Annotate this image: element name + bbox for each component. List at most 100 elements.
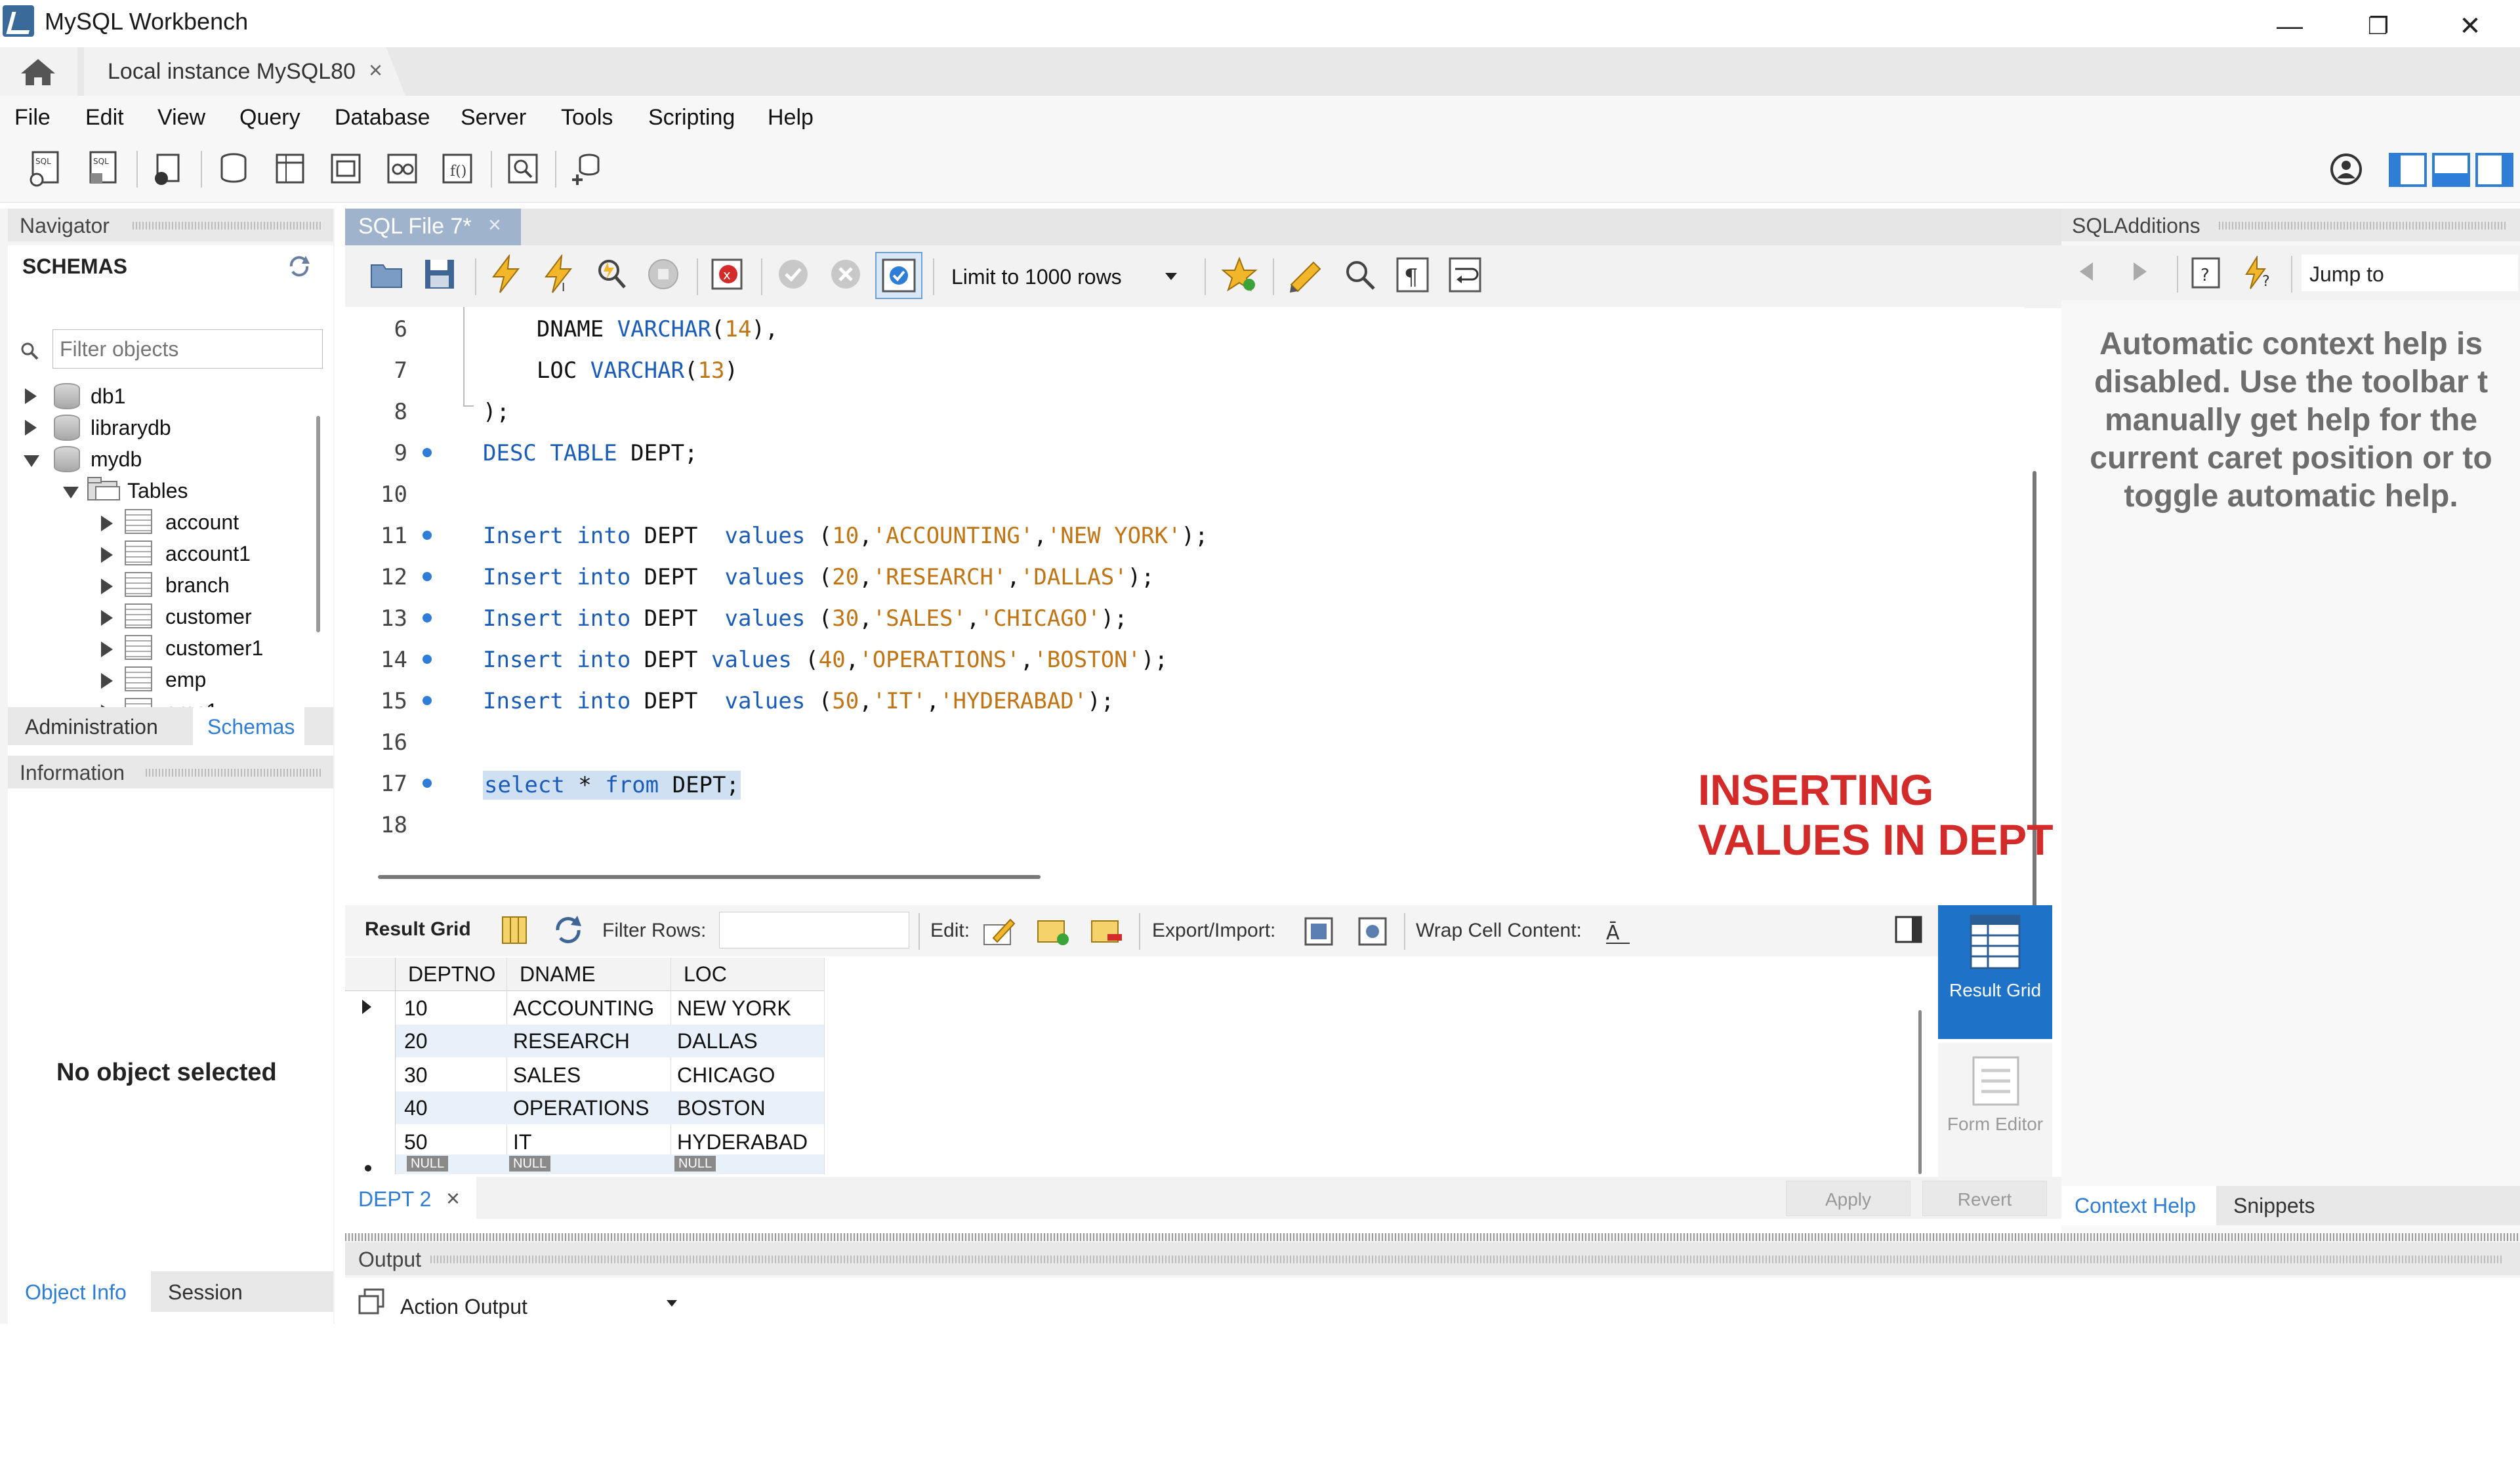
- revert-button[interactable]: Revert: [1922, 1181, 2047, 1216]
- toggle-error-stop-icon[interactable]: x: [709, 255, 747, 294]
- menu-file[interactable]: File: [14, 105, 51, 131]
- create-view-icon[interactable]: [327, 150, 365, 188]
- refresh-results-icon[interactable]: [551, 914, 585, 946]
- back-icon[interactable]: [2080, 262, 2093, 281]
- expand-db1-icon[interactable]: [25, 388, 37, 404]
- save-icon[interactable]: [421, 256, 458, 293]
- code-line[interactable]: 16: [345, 720, 1985, 762]
- schema-db1[interactable]: db1: [91, 384, 125, 409]
- tree-vertical-scrollbar[interactable]: [316, 416, 320, 632]
- add-snippet-icon[interactable]: [1220, 256, 1258, 294]
- collapse-tables-icon[interactable]: [63, 487, 79, 499]
- column-header-loc[interactable]: LOC: [684, 958, 727, 990]
- refresh-schemas-icon[interactable]: [286, 255, 312, 278]
- search-table-data-icon[interactable]: [504, 150, 542, 188]
- toggle-sidebar-icon[interactable]: [2388, 152, 2427, 188]
- code-line[interactable]: 15 Insert into DEPT values (50,'IT','HYDE…: [345, 679, 1985, 720]
- tab-dept-2[interactable]: DEPT 2 ×: [345, 1177, 476, 1219]
- wrap-cell-icon[interactable]: Ā: [1603, 917, 1632, 946]
- toggle-output-icon[interactable]: [2431, 152, 2471, 188]
- tab-object-info[interactable]: Object Info: [8, 1271, 151, 1312]
- jump-to-select[interactable]: Jump to: [2302, 255, 2518, 291]
- column-header-dname[interactable]: DNAME: [520, 958, 596, 990]
- autocommit-toggle[interactable]: [875, 252, 922, 299]
- sql-code-editor[interactable]: 6 DNAME VARCHAR(14), 7 LOC VARCHAR(13) 8);…: [345, 307, 2025, 845]
- table-account1[interactable]: account1: [165, 542, 251, 566]
- tab-close-icon[interactable]: ×: [369, 56, 382, 84]
- column-header-deptno[interactable]: DEPTNO: [408, 958, 495, 990]
- tab-session[interactable]: Session: [168, 1280, 243, 1305]
- code-line[interactable]: 14 Insert into DEPT values (40,'OPERATION…: [345, 638, 1985, 679]
- invisible-chars-icon[interactable]: ¶: [1394, 256, 1432, 294]
- code-line[interactable]: 9 DESC TABLE DEPT;: [345, 431, 1985, 472]
- table-row[interactable]: RESEARCH: [513, 1025, 630, 1057]
- expand-table-icon[interactable]: [101, 547, 113, 563]
- table-row[interactable]: IT: [513, 1126, 531, 1158]
- new-sql-tab-icon[interactable]: SQL: [26, 150, 64, 188]
- wrap-lines-icon[interactable]: [1446, 256, 1484, 294]
- table-row[interactable]: CHICAGO: [677, 1059, 775, 1091]
- code-line[interactable]: 8);: [345, 390, 1985, 431]
- edit-row-icon[interactable]: [981, 914, 1017, 947]
- new-row[interactable]: [396, 1154, 824, 1174]
- collapse-mydb-icon[interactable]: [24, 455, 39, 467]
- menu-view[interactable]: View: [157, 105, 205, 131]
- auto-context-help-icon[interactable]: ?: [2242, 256, 2277, 290]
- limit-rows-select[interactable]: Limit to 1000 rows: [942, 258, 1191, 295]
- table-customer[interactable]: customer: [165, 605, 252, 629]
- table-row[interactable]: OPERATIONS: [513, 1091, 649, 1124]
- table-row[interactable]: 30: [404, 1059, 428, 1091]
- account-icon[interactable]: [2329, 152, 2363, 186]
- tab-schemas[interactable]: Schemas: [193, 707, 304, 745]
- result-grid-side-button[interactable]: Result Grid: [1938, 905, 2052, 1039]
- close-button[interactable]: ✕: [2437, 7, 2503, 46]
- open-file-icon[interactable]: [369, 256, 405, 293]
- tab-context-help[interactable]: Context Help: [2061, 1186, 2216, 1225]
- form-editor-side-button[interactable]: Form Editor: [1938, 1043, 2052, 1181]
- insert-row-icon[interactable]: [1035, 914, 1071, 947]
- editor-horizontal-scrollbar[interactable]: [378, 875, 1041, 879]
- explain-icon[interactable]: [592, 255, 630, 294]
- stop-icon[interactable]: [644, 255, 682, 294]
- expand-table-icon[interactable]: [101, 610, 113, 626]
- code-line[interactable]: 10: [345, 472, 1985, 514]
- create-schema-icon[interactable]: [214, 150, 252, 188]
- code-line[interactable]: 12 Insert into DEPT values (20,'RESEARCH'…: [345, 555, 1985, 596]
- delete-row-icon[interactable]: [1089, 914, 1125, 947]
- code-line[interactable]: 6 DNAME VARCHAR(14),: [345, 307, 1985, 348]
- table-row[interactable]: SALES: [513, 1059, 581, 1091]
- table-customer1[interactable]: customer1: [165, 636, 263, 661]
- create-function-icon[interactable]: f(): [438, 150, 476, 188]
- toggle-results-panel-icon[interactable]: [1893, 914, 1924, 945]
- expand-table-icon[interactable]: [101, 516, 113, 531]
- grid-vertical-scrollbar[interactable]: [1918, 1010, 1922, 1174]
- tab-snippets[interactable]: Snippets: [2233, 1194, 2315, 1218]
- tab-sql-file[interactable]: SQL File 7* ×: [345, 209, 521, 245]
- home-tab[interactable]: [0, 47, 77, 96]
- expand-librarydb-icon[interactable]: [25, 420, 37, 436]
- table-row[interactable]: 10: [404, 992, 428, 1025]
- table-row[interactable]: 40: [404, 1091, 428, 1124]
- output-type-select[interactable]: Action Output: [400, 1280, 686, 1318]
- commit-icon[interactable]: [774, 255, 812, 294]
- schema-librarydb[interactable]: librarydb: [91, 416, 171, 440]
- table-row[interactable]: BOSTON: [677, 1091, 766, 1124]
- tab-local-instance[interactable]: Local instance MySQL80 ×: [84, 47, 405, 96]
- find-icon[interactable]: [1341, 256, 1379, 294]
- code-line[interactable]: 11 Insert into DEPT values (10,'ACCOUNTIN…: [345, 514, 1985, 555]
- menu-help[interactable]: Help: [768, 105, 814, 131]
- forward-icon[interactable]: [2134, 262, 2147, 281]
- menu-tools[interactable]: Tools: [561, 105, 613, 131]
- execute-icon[interactable]: [487, 255, 525, 294]
- filter-objects-input[interactable]: [52, 329, 323, 369]
- menu-scripting[interactable]: Scripting: [648, 105, 735, 131]
- splitter-grip[interactable]: [345, 1233, 2520, 1241]
- menu-edit[interactable]: Edit: [85, 105, 124, 131]
- tab-dept-2-close-icon[interactable]: ×: [446, 1185, 460, 1212]
- manual-context-help-icon[interactable]: ?: [2190, 256, 2224, 290]
- code-line[interactable]: 7 LOC VARCHAR(13): [345, 348, 1985, 390]
- create-table-icon[interactable]: [270, 150, 308, 188]
- tab-sql-file-close-icon[interactable]: ×: [488, 213, 501, 238]
- expand-table-icon[interactable]: [101, 579, 113, 594]
- table-account[interactable]: account: [165, 510, 239, 535]
